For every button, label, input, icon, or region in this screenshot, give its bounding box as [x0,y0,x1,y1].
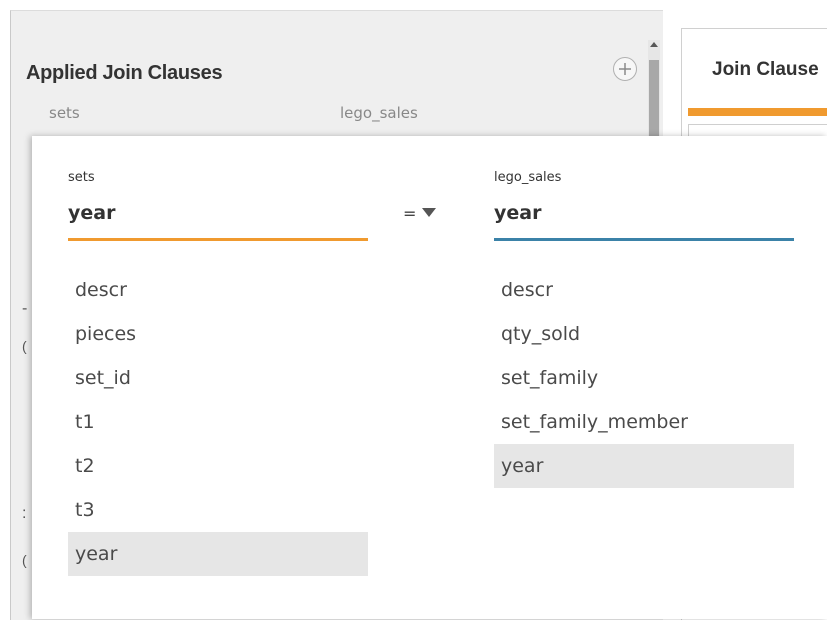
plus-icon [619,63,631,75]
applied-join-clauses-title: Applied Join Clauses [26,62,223,84]
left-field-option[interactable]: descr [68,268,368,312]
left-field-option[interactable]: t1 [68,400,368,444]
clause-column-right: lego_sales [340,104,418,122]
right-source-label: lego_sales [494,170,562,185]
join-operator-dropdown[interactable]: = [403,204,437,223]
right-field-option[interactable]: descr [494,268,794,312]
left-field-option[interactable]: pieces [68,312,368,356]
left-field-list: descr pieces set_id t1 t2 t3 year [68,268,368,576]
right-field-option-selected[interactable]: year [494,444,794,488]
right-field-underline [494,238,794,241]
caret-down-icon [422,208,437,217]
join-clause-panel-title: Join Clause [712,59,819,80]
hidden-fragment: ( [22,552,27,568]
scroll-up-arrow-icon[interactable] [650,42,658,47]
left-source-label: sets [68,170,95,185]
hidden-fragment: - [22,300,28,317]
clause-column-left: sets [49,104,80,122]
left-field-underline [68,238,368,241]
add-clause-button[interactable] [613,57,637,81]
left-field-selected[interactable]: year [68,202,115,224]
left-field-option[interactable]: t3 [68,488,368,532]
join-operator-label: = [403,204,417,223]
left-field-option[interactable]: set_id [68,356,368,400]
right-field-list: descr qty_sold set_family set_family_mem… [494,268,794,488]
right-field-selected[interactable]: year [494,202,541,224]
left-field-option[interactable]: t2 [68,444,368,488]
left-source-color-bar [688,108,827,116]
right-field-option[interactable]: qty_sold [494,312,794,356]
hidden-fragment: ( [22,338,27,354]
right-field-option[interactable]: set_family [494,356,794,400]
hidden-fragment: : [22,505,27,522]
right-field-option[interactable]: set_family_member [494,400,794,444]
left-field-option-selected[interactable]: year [68,532,368,576]
